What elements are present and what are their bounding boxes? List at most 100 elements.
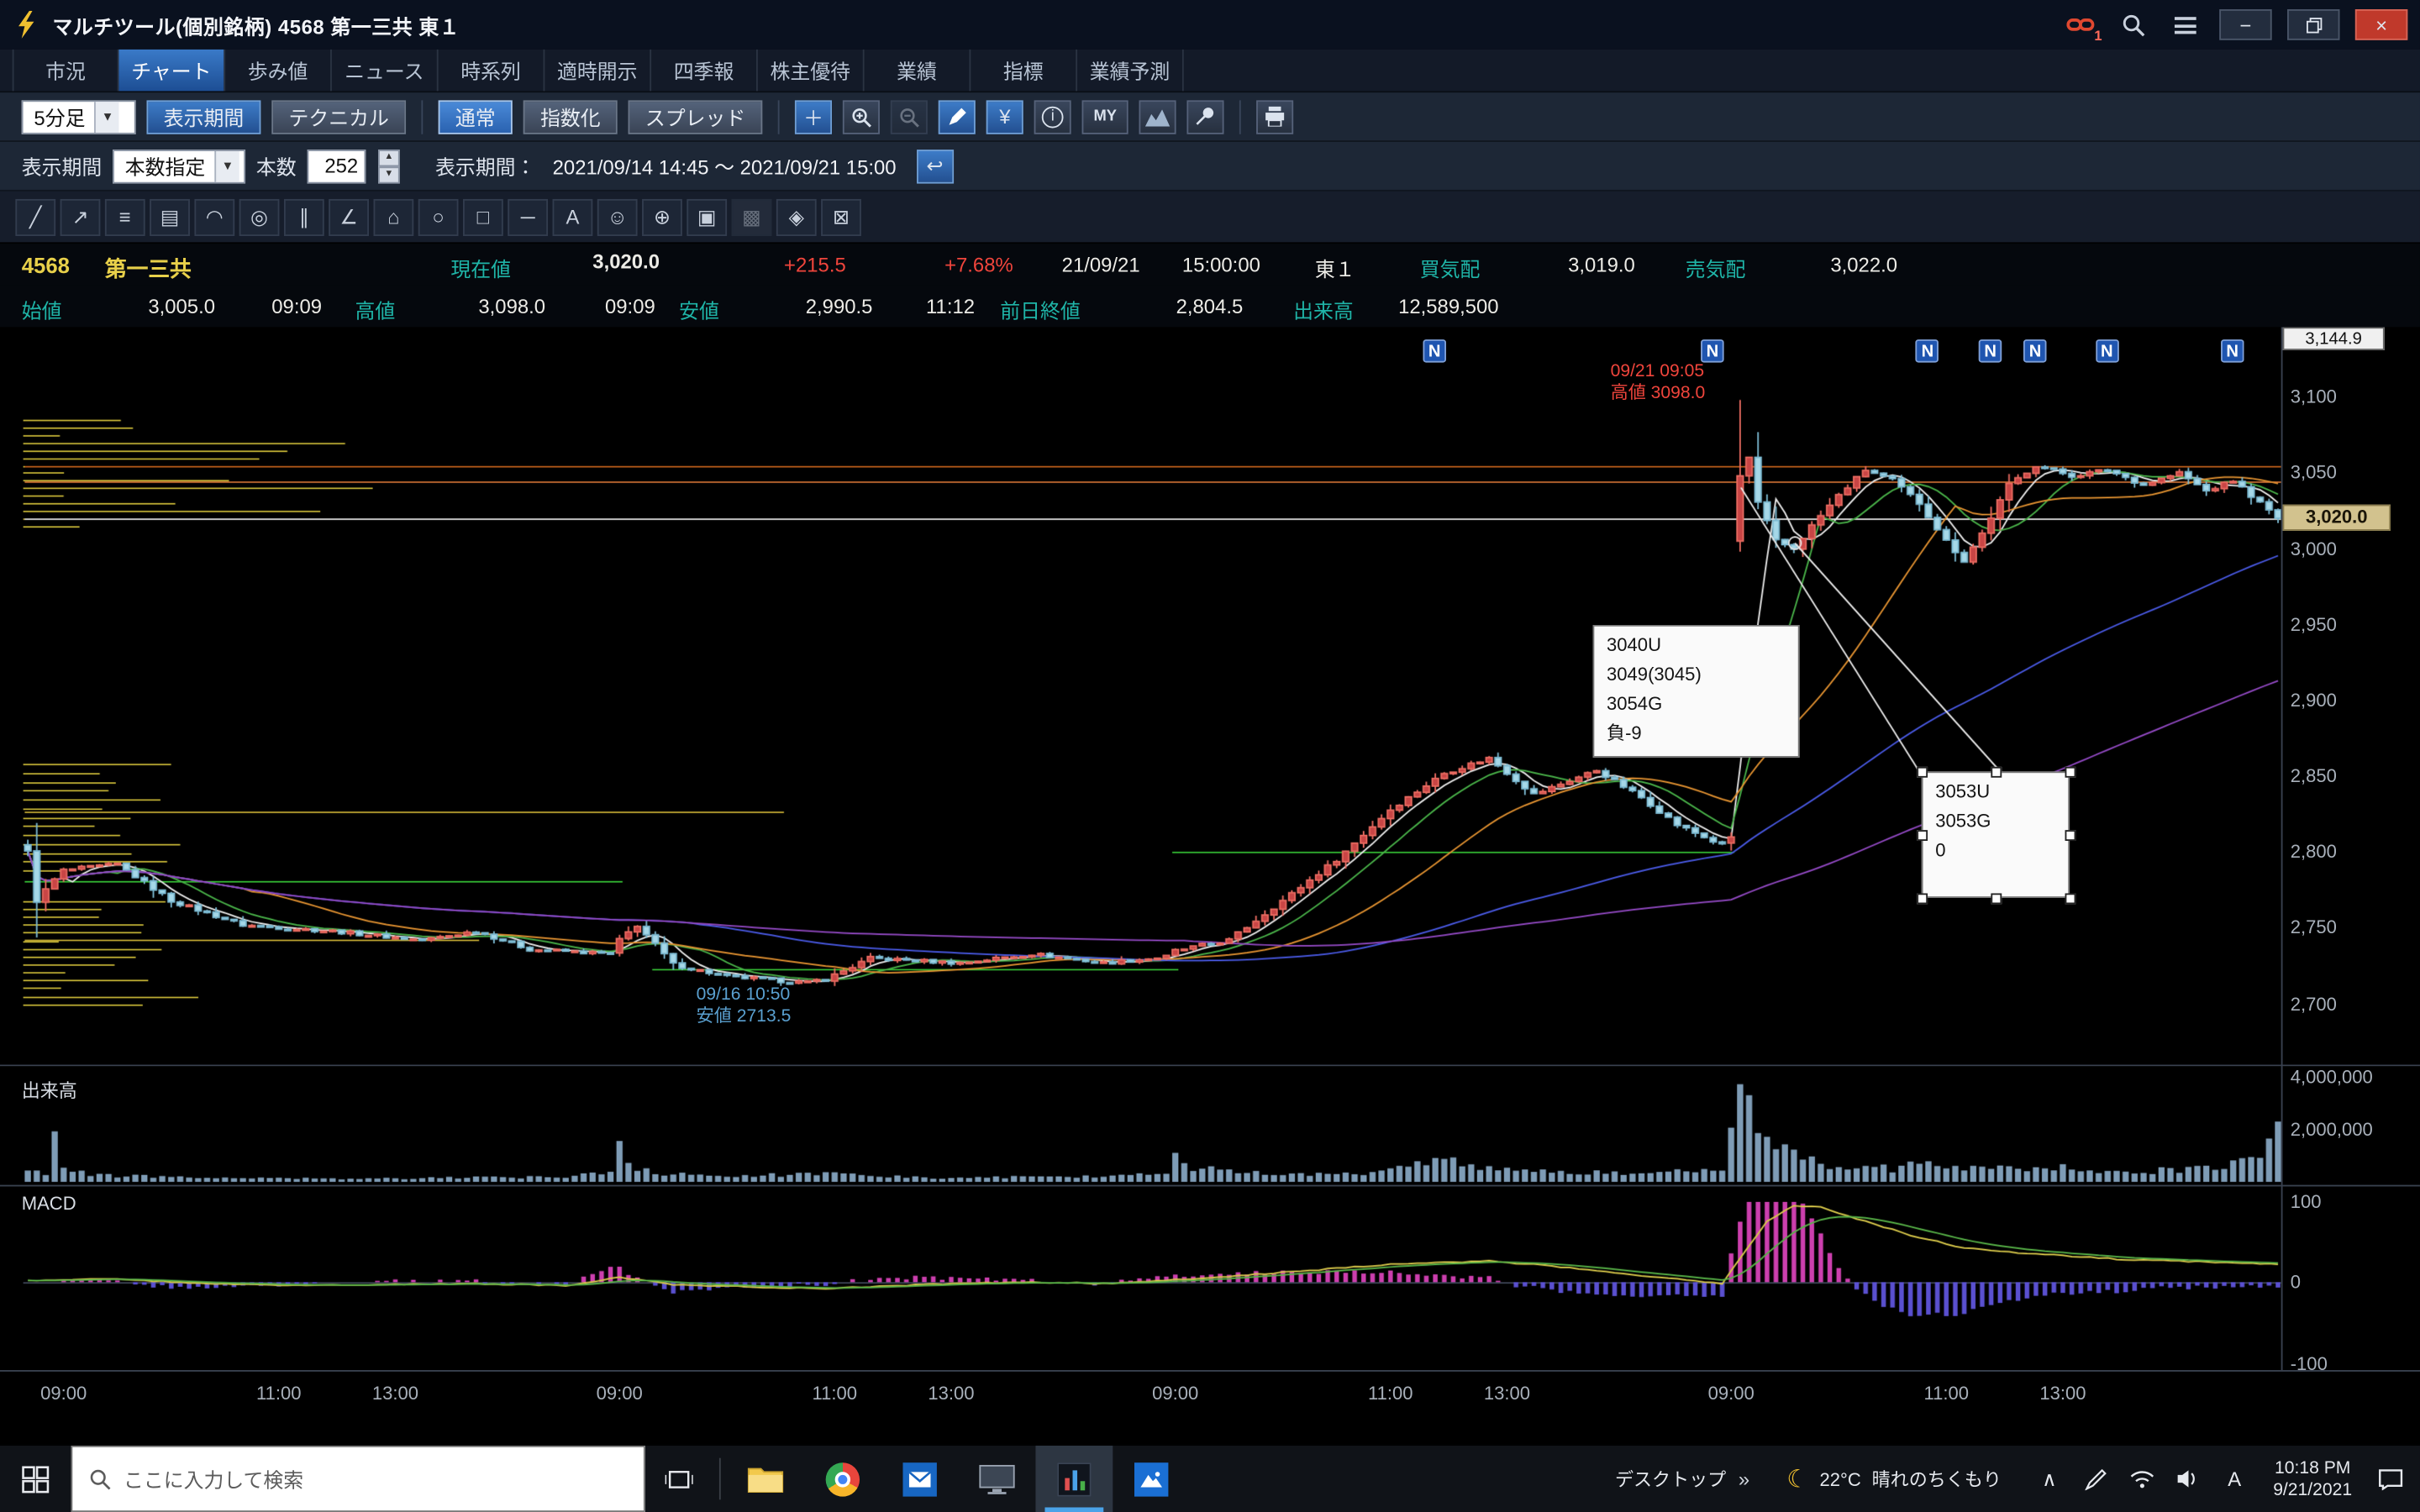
taskbar-app-mail[interactable] xyxy=(881,1446,959,1512)
ime-indicator[interactable]: A xyxy=(2221,1467,2249,1491)
pen-icon[interactable] xyxy=(2081,1468,2109,1490)
polygon-icon[interactable]: ⌂ xyxy=(373,198,413,235)
news-marker[interactable]: N xyxy=(2096,339,2119,363)
technical-button[interactable]: テクニカル xyxy=(271,99,406,133)
taskbar-app-remote-desktop[interactable] xyxy=(959,1446,1036,1512)
news-marker[interactable]: N xyxy=(1701,339,1724,363)
selection-handle[interactable] xyxy=(2065,893,2076,904)
news-marker[interactable]: N xyxy=(2023,339,2047,363)
selection-handle[interactable] xyxy=(1991,767,2002,778)
bar-count-input[interactable]: 252 xyxy=(308,149,366,182)
current-price-label: 現在値 xyxy=(450,253,511,282)
menu-icon[interactable] xyxy=(2167,9,2204,40)
tray-expand-icon[interactable]: ∧ xyxy=(2035,1467,2063,1491)
task-view-button[interactable] xyxy=(645,1446,713,1512)
taskbar-app-photos[interactable] xyxy=(1113,1446,1190,1512)
maximize-button[interactable] xyxy=(2287,9,2339,40)
mode-index-button[interactable]: 指数化 xyxy=(523,99,618,133)
order-tooltip-2[interactable]: 3053U3053G0 xyxy=(1922,771,2070,898)
tab-indicators[interactable]: 指標 xyxy=(971,50,1077,92)
link-icon[interactable]: 1 xyxy=(2062,9,2099,40)
ray-line-icon[interactable]: ↗ xyxy=(60,198,101,235)
wrench-icon[interactable] xyxy=(1187,99,1224,133)
search-icon[interactable] xyxy=(2114,9,2151,40)
erase-icon[interactable]: ◈ xyxy=(776,198,817,235)
tab-chart[interactable]: チャート xyxy=(118,50,225,92)
taskbar-clock[interactable]: 10:18 PM 9/21/2021 xyxy=(2267,1457,2359,1500)
app-logo-icon xyxy=(13,11,40,39)
fib-circle-icon[interactable]: ◎ xyxy=(239,198,280,235)
selection-handle[interactable] xyxy=(1917,767,1928,778)
erase-all-icon[interactable]: ⊠ xyxy=(821,198,861,235)
period-mode-select[interactable]: 本数指定▼ xyxy=(113,149,245,182)
selection-handle[interactable] xyxy=(1991,893,2002,904)
crosshair-add-icon[interactable]: ＋ xyxy=(795,99,832,133)
bar-count-stepper[interactable]: ▲▼ xyxy=(378,149,400,182)
taskbar-app-file-explorer[interactable] xyxy=(727,1446,804,1512)
arc-icon[interactable]: ◠ xyxy=(194,198,234,235)
stamp-icon[interactable]: ☺ xyxy=(597,198,638,235)
tab-disclosure[interactable]: 適時開示 xyxy=(544,50,651,92)
ellipse-icon[interactable]: ○ xyxy=(418,198,459,235)
selection-handle[interactable] xyxy=(2065,830,2076,841)
interval-select[interactable]: 5分足▼ xyxy=(22,99,136,133)
tab-forecast[interactable]: 業績予測 xyxy=(1077,50,1184,92)
area-chart-icon[interactable] xyxy=(1139,99,1176,133)
tab-tick[interactable]: 歩み値 xyxy=(225,50,332,92)
tab-market[interactable]: 市況 xyxy=(13,50,119,92)
weather-widget[interactable]: ☾ 22°C 晴れのちくもり xyxy=(1768,1446,2020,1512)
tab-timeseries[interactable]: 時系列 xyxy=(439,50,545,92)
display-period-button[interactable]: 表示期間 xyxy=(146,99,260,133)
tab-news[interactable]: ニュース xyxy=(332,50,439,92)
close-button[interactable]: × xyxy=(2355,9,2407,40)
pencil-icon[interactable] xyxy=(939,99,976,133)
region-select-icon[interactable]: ▩ xyxy=(732,198,772,235)
desktop-toolbar[interactable]: デスクトップ » xyxy=(1597,1446,1768,1512)
application-window: マルチツール(個別銘柄) 4568 第一三共 東１ 1 − × 市況チャート歩み… xyxy=(0,0,2420,1512)
taskbar-app-trading-app[interactable] xyxy=(1035,1446,1113,1512)
step-up-icon[interactable]: ▲ xyxy=(378,149,400,165)
start-button[interactable] xyxy=(0,1446,71,1512)
tab-benefit[interactable]: 株主優待 xyxy=(758,50,865,92)
tab-earnings[interactable]: 業績 xyxy=(865,50,971,92)
high-annotation: 09/21 09:05高値 3098.0 xyxy=(1611,361,1706,404)
volume-value: 12,589,500 xyxy=(1398,295,1499,318)
selection-handle[interactable] xyxy=(1917,830,1928,841)
horizontal-lines-icon[interactable]: ≡ xyxy=(105,198,145,235)
mode-spread-button[interactable]: スプレッド xyxy=(629,99,763,133)
marker-icon[interactable]: ⊕ xyxy=(642,198,682,235)
tab-shikiho[interactable]: 四季報 xyxy=(651,50,758,92)
reset-period-icon[interactable]: ↩ xyxy=(916,149,953,182)
news-marker[interactable]: N xyxy=(2221,339,2244,363)
mode-normal-button[interactable]: 通常 xyxy=(439,99,513,133)
taskbar-search-input[interactable]: ここに入力して検索 xyxy=(71,1446,644,1512)
selection-handle[interactable] xyxy=(2065,767,2076,778)
news-marker[interactable]: N xyxy=(1916,339,1939,363)
speaker-icon[interactable] xyxy=(2175,1469,2202,1489)
my-chart-button[interactable]: MY xyxy=(1082,99,1128,133)
zoom-out-icon[interactable] xyxy=(891,99,928,133)
segment-icon[interactable]: ─ xyxy=(508,198,548,235)
step-down-icon[interactable]: ▼ xyxy=(378,165,400,182)
order-tooltip-1[interactable]: 3040U3049(3045)3054G負-9 xyxy=(1593,625,1800,758)
yen-icon[interactable]: ¥ xyxy=(986,99,1023,133)
duplicate-icon[interactable]: ▣ xyxy=(687,198,727,235)
minimize-button[interactable]: − xyxy=(2219,9,2271,40)
print-icon[interactable] xyxy=(1256,99,1293,133)
tooltip-line: 3049(3045) xyxy=(1607,660,1786,690)
news-marker[interactable]: N xyxy=(1979,339,2002,363)
info-icon[interactable]: i xyxy=(1034,99,1071,133)
vertical-lines-icon[interactable]: ∥ xyxy=(284,198,324,235)
rectangle-icon[interactable]: □ xyxy=(463,198,503,235)
multi-lines-icon[interactable]: ▤ xyxy=(150,198,190,235)
weather-desc: 晴れのちくもり xyxy=(1872,1466,2002,1492)
notification-icon[interactable] xyxy=(2377,1468,2405,1490)
news-marker[interactable]: N xyxy=(1423,339,1446,363)
zoom-in-icon[interactable] xyxy=(843,99,880,133)
text-icon[interactable]: A xyxy=(553,198,593,235)
angle-line-icon[interactable]: ∠ xyxy=(329,198,369,235)
trend-line-icon[interactable]: ╱ xyxy=(15,198,55,235)
taskbar-app-chrome[interactable] xyxy=(804,1446,881,1512)
selection-handle[interactable] xyxy=(1917,893,1928,904)
wifi-icon[interactable] xyxy=(2128,1469,2156,1488)
